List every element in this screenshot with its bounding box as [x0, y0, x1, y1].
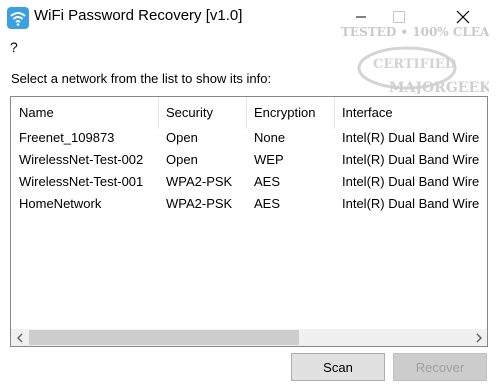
column-header-encryption[interactable]: Encryption — [246, 97, 334, 129]
scroll-right-button[interactable] — [470, 329, 487, 346]
cell-interface: Intel(R) Dual Band Wire — [342, 196, 480, 211]
help-menu[interactable]: ? — [10, 39, 18, 55]
column-header-security[interactable]: Security — [158, 97, 246, 129]
table-row[interactable]: WirelessNet-Test-002 Open WEP Intel(R) D… — [11, 149, 487, 171]
column-header-interface[interactable]: Interface — [334, 97, 487, 129]
cell-encryption: AES — [254, 174, 281, 189]
menu-bar: ? — [0, 36, 497, 58]
table-row[interactable]: HomeNetwork WPA2-PSK AES Intel(R) Dual B… — [11, 193, 487, 215]
chevron-right-icon — [476, 333, 482, 342]
cell-name: HomeNetwork — [19, 196, 102, 211]
cell-name: Freenet_109873 — [19, 130, 115, 145]
horizontal-scrollbar[interactable] — [11, 329, 487, 346]
cell-security: Open — [166, 130, 198, 145]
chevron-left-icon — [16, 333, 22, 342]
scroll-left-button[interactable] — [11, 329, 28, 346]
scroll-thumb[interactable] — [29, 330, 299, 345]
watermark-line3: MAJORGEEKS — [389, 80, 489, 94]
cell-interface: Intel(R) Dual Band Wire — [342, 174, 480, 189]
cell-name: WirelessNet-Test-001 — [19, 174, 144, 189]
window-title: WiFi Password Recovery [v1.0] — [34, 7, 243, 24]
cell-encryption: AES — [254, 196, 281, 211]
list-header: Name Security Encryption Interface — [11, 97, 487, 129]
recover-button[interactable]: Recover — [393, 353, 487, 381]
cell-interface: Intel(R) Dual Band Wire — [342, 130, 480, 145]
table-row[interactable]: Freenet_109873 Open None Intel(R) Dual B… — [11, 127, 487, 149]
watermark-line2: CERTIFIED — [373, 57, 456, 72]
cell-name: WirelessNet-Test-002 — [19, 152, 144, 167]
cell-security: WPA2-PSK — [166, 196, 233, 211]
wifi-icon — [7, 7, 29, 29]
instruction-label: Select a network from the list to show i… — [11, 71, 272, 86]
cell-encryption: None — [254, 130, 286, 145]
cell-interface: Intel(R) Dual Band Wire — [342, 152, 480, 167]
cell-encryption: WEP — [254, 152, 284, 167]
cell-security: Open — [166, 152, 198, 167]
network-list[interactable]: Name Security Encryption Interface Freen… — [10, 96, 488, 347]
table-row[interactable]: WirelessNet-Test-001 WPA2-PSK AES Intel(… — [11, 171, 487, 193]
tested-clean-watermark: TESTED • 100% CLEAN CERTIFIED MAJORGEEKS — [341, 25, 489, 94]
cell-security: WPA2-PSK — [166, 174, 233, 189]
column-header-name[interactable]: Name — [11, 97, 158, 129]
scan-button[interactable]: Scan — [291, 353, 385, 381]
